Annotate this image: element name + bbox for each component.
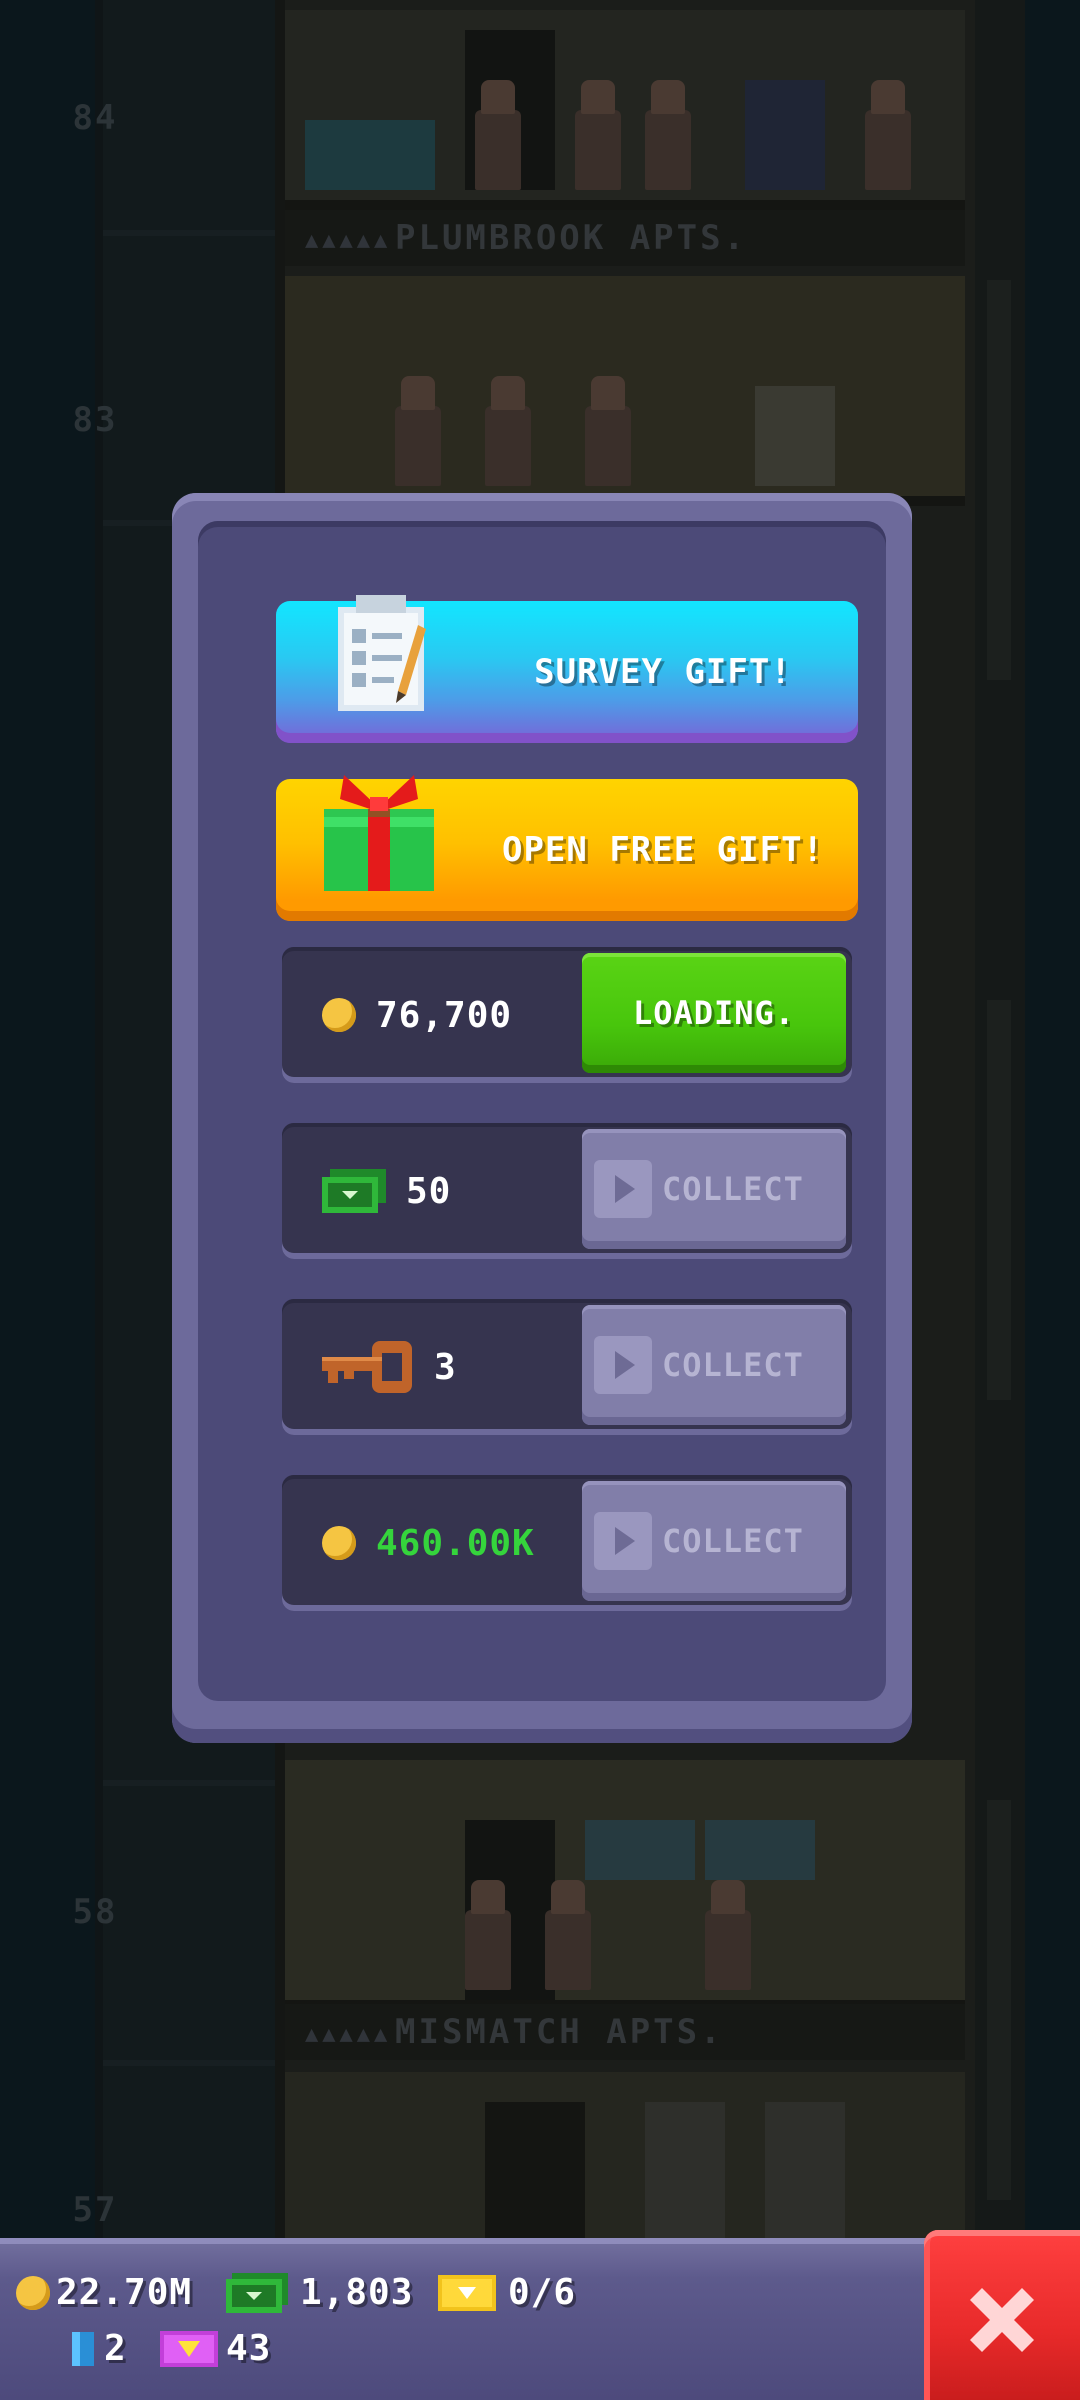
gift-box-icon <box>324 775 434 891</box>
floor-room <box>285 2072 965 2252</box>
bux-counter: 1,803 <box>226 2272 413 2313</box>
bits-counter: 2 <box>72 2328 127 2369</box>
clipboard-icon <box>338 595 426 711</box>
coin-icon <box>322 1526 356 1560</box>
vip-counter: 43 <box>160 2328 271 2369</box>
reward-value: 76,700 <box>376 994 513 1036</box>
reward-amount: 50 <box>322 1123 451 1259</box>
collect-button[interactable]: COLLECT <box>582 1305 846 1425</box>
open-free-gift-button[interactable]: OPEN FREE GIFT! <box>276 775 858 921</box>
tickets-counter: 0/6 <box>438 2272 576 2313</box>
collect-label: COLLECT <box>662 1170 804 1208</box>
loading-button[interactable]: LOADING. <box>582 953 846 1073</box>
collect-label: COLLECT <box>662 1522 804 1560</box>
tickets-value: 0/6 <box>508 2272 577 2313</box>
reward-value: 460.00K <box>376 1522 535 1564</box>
floor-number: 58 <box>72 1892 118 1932</box>
reward-amount: 460.00K <box>322 1475 535 1611</box>
reward-row-coins: 76,700 LOADING. <box>282 947 852 1083</box>
key-icon <box>322 1341 412 1393</box>
reward-row-keys: 3 COLLECT <box>282 1299 852 1435</box>
open-free-gift-label: OPEN FREE GIFT! <box>501 830 825 870</box>
survey-gift-label: SURVEY GIFT! <box>534 652 792 692</box>
reward-row-coins-bonus: 460.00K COLLECT <box>282 1475 852 1611</box>
reward-amount: 76,700 <box>322 947 512 1083</box>
floor-sign: ▲▲▲▲▲ PLUMBROOK APTS. <box>285 210 965 266</box>
floor-room <box>285 10 965 210</box>
currency-bar: 22.70M 1,803 0/6 2 43 <box>0 2238 930 2400</box>
floor-sign: ▲▲▲▲▲ MISMATCH APTS. <box>285 2004 965 2060</box>
floor-room <box>285 276 965 506</box>
reward-value: 50 <box>406 1170 452 1212</box>
cash-icon <box>322 1169 386 1213</box>
bit-icon <box>72 2331 94 2366</box>
reward-amount: 3 <box>322 1299 457 1435</box>
bux-value: 1,803 <box>300 2272 414 2313</box>
reward-value: 3 <box>434 1346 457 1388</box>
floor-sign-label: PLUMBROOK APTS. <box>395 218 748 258</box>
ticket-icon <box>438 2274 496 2311</box>
floor-number: 83 <box>72 400 118 440</box>
floor-room <box>285 1760 965 2010</box>
play-video-icon <box>594 1336 652 1394</box>
floor-sign-label: MISMATCH APTS. <box>395 2012 724 2052</box>
gift-popup: SURVEY GIFT! OPEN FREE GIFT! 76,700 LOAD… <box>172 493 912 1743</box>
play-video-icon <box>594 1512 652 1570</box>
coin-icon <box>16 2275 50 2310</box>
coin-icon <box>322 998 356 1032</box>
gift-popup-panel: SURVEY GIFT! OPEN FREE GIFT! 76,700 LOAD… <box>198 521 886 1701</box>
collect-label: COLLECT <box>662 1346 804 1384</box>
close-icon <box>970 2288 1034 2352</box>
survey-gift-button[interactable]: SURVEY GIFT! <box>276 595 858 743</box>
coins-value: 22.70M <box>56 2272 193 2313</box>
right-shaft <box>975 0 1025 2400</box>
cash-icon <box>226 2272 288 2313</box>
vip-ticket-icon <box>160 2330 218 2367</box>
collect-button[interactable]: COLLECT <box>582 1129 846 1249</box>
reward-row-bux: 50 COLLECT <box>282 1123 852 1259</box>
coins-counter: 22.70M <box>16 2272 192 2313</box>
vip-value: 43 <box>226 2328 272 2369</box>
floor-number: 57 <box>72 2190 118 2230</box>
bits-value: 2 <box>104 2328 127 2369</box>
play-video-icon <box>594 1160 652 1218</box>
floor-number: 84 <box>72 98 118 138</box>
close-button[interactable] <box>924 2230 1080 2400</box>
collect-button[interactable]: COLLECT <box>582 1481 846 1601</box>
